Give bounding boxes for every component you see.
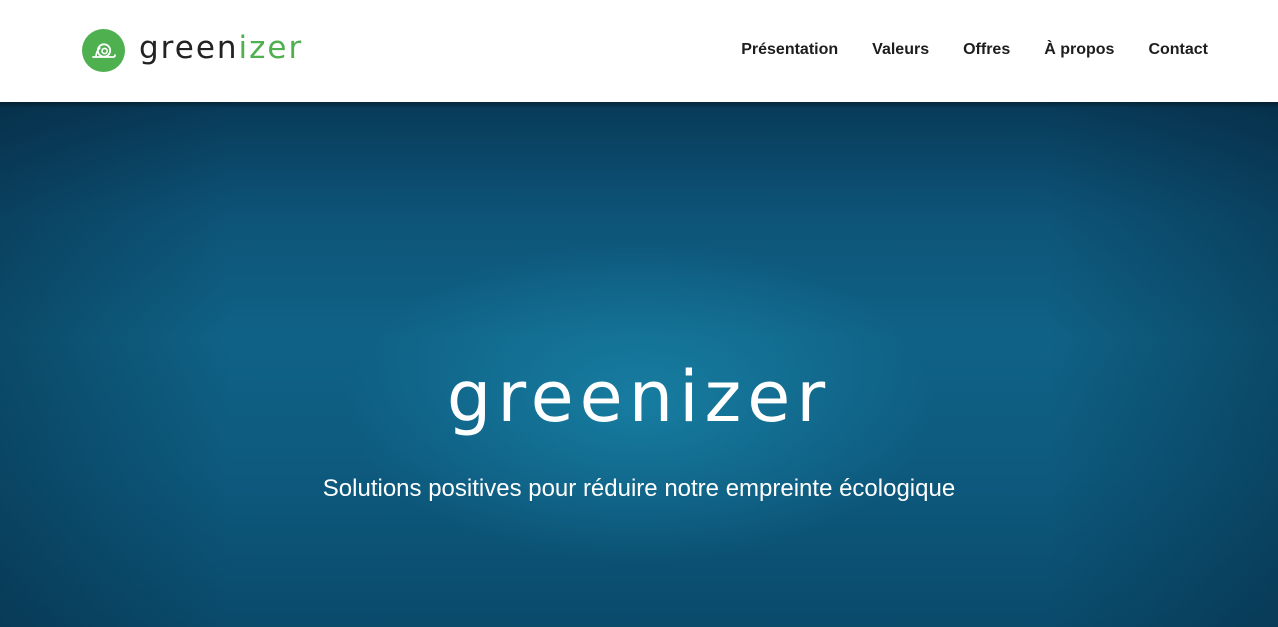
nav-item-contact[interactable]: Contact	[1148, 38, 1208, 62]
nav-item-valeurs[interactable]: Valeurs	[872, 38, 929, 62]
nav-item-presentation[interactable]: Présentation	[741, 38, 838, 62]
hero-subtitle: Solutions positives pour réduire notre e…	[322, 475, 956, 502]
snail-icon	[82, 28, 125, 72]
hero-top-shadow	[0, 102, 1278, 108]
main-nav: Présentation Valeurs Offres À propos Con…	[741, 38, 1208, 62]
logo-wordmark: greenizer	[139, 26, 303, 70]
logo-link[interactable]: greenizer	[82, 28, 303, 72]
logo-word-main: green	[139, 30, 239, 66]
nav-item-offres[interactable]: Offres	[963, 38, 1010, 62]
hero-banner: greenizer Solutions positives pour rédui…	[0, 102, 1278, 627]
nav-item-a-propos[interactable]: À propos	[1044, 38, 1114, 62]
logo-word-accent: izer	[238, 30, 304, 66]
hero-title: greenizer	[446, 355, 832, 438]
site-header: greenizer Présentation Valeurs Offres À …	[0, 0, 1278, 102]
